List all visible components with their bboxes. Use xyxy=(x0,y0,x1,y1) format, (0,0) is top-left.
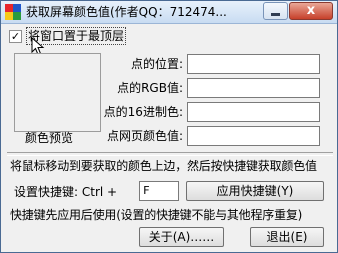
exit-button[interactable]: 退出(E) xyxy=(250,227,324,247)
rgb-field[interactable] xyxy=(187,78,320,98)
hotkey-input[interactable]: F xyxy=(139,181,179,201)
instruction-text: 将鼠标移动到要获取的颜色上边，然后按快捷键获取颜色值 xyxy=(10,159,317,173)
hex-field[interactable] xyxy=(187,102,320,122)
hotkey-note: 快捷键先应用后使用(设置的快捷键不能与其他程序重复) xyxy=(10,208,303,222)
position-field[interactable] xyxy=(187,54,320,74)
web-color-label: 点网页颜色值: xyxy=(106,129,183,143)
minimize-button[interactable] xyxy=(263,2,288,20)
main-window: 获取屏幕颜色值(作者QQ：712474... x ✓ 将窗口置于最顶层 颜色预览… xyxy=(0,0,338,253)
always-on-top-checkbox[interactable]: ✓ xyxy=(9,30,22,43)
color-preview-swatch xyxy=(14,53,101,132)
rgb-label: 点的RGB值: xyxy=(117,81,183,95)
hex-label: 点的16进制色: xyxy=(103,105,183,119)
divider xyxy=(7,152,333,156)
color-preview-label: 颜色预览 xyxy=(25,131,74,145)
app-icon xyxy=(5,4,21,20)
close-button[interactable]: x xyxy=(289,2,333,20)
apply-hotkey-button[interactable]: 应用快捷键(Y) xyxy=(186,181,324,201)
check-icon: ✓ xyxy=(10,30,21,43)
minimize-icon xyxy=(271,13,280,16)
close-icon: x xyxy=(306,3,316,18)
web-color-field[interactable] xyxy=(187,126,320,146)
hotkey-label: 设置快捷键: Ctrl + xyxy=(14,185,118,199)
about-button[interactable]: 关于(A)…… xyxy=(139,227,224,247)
window-title: 获取屏幕颜色值(作者QQ：712474... xyxy=(26,5,227,19)
position-label: 点的位置: xyxy=(130,57,183,71)
title-bar[interactable]: 获取屏幕颜色值(作者QQ：712474... x xyxy=(1,1,337,24)
